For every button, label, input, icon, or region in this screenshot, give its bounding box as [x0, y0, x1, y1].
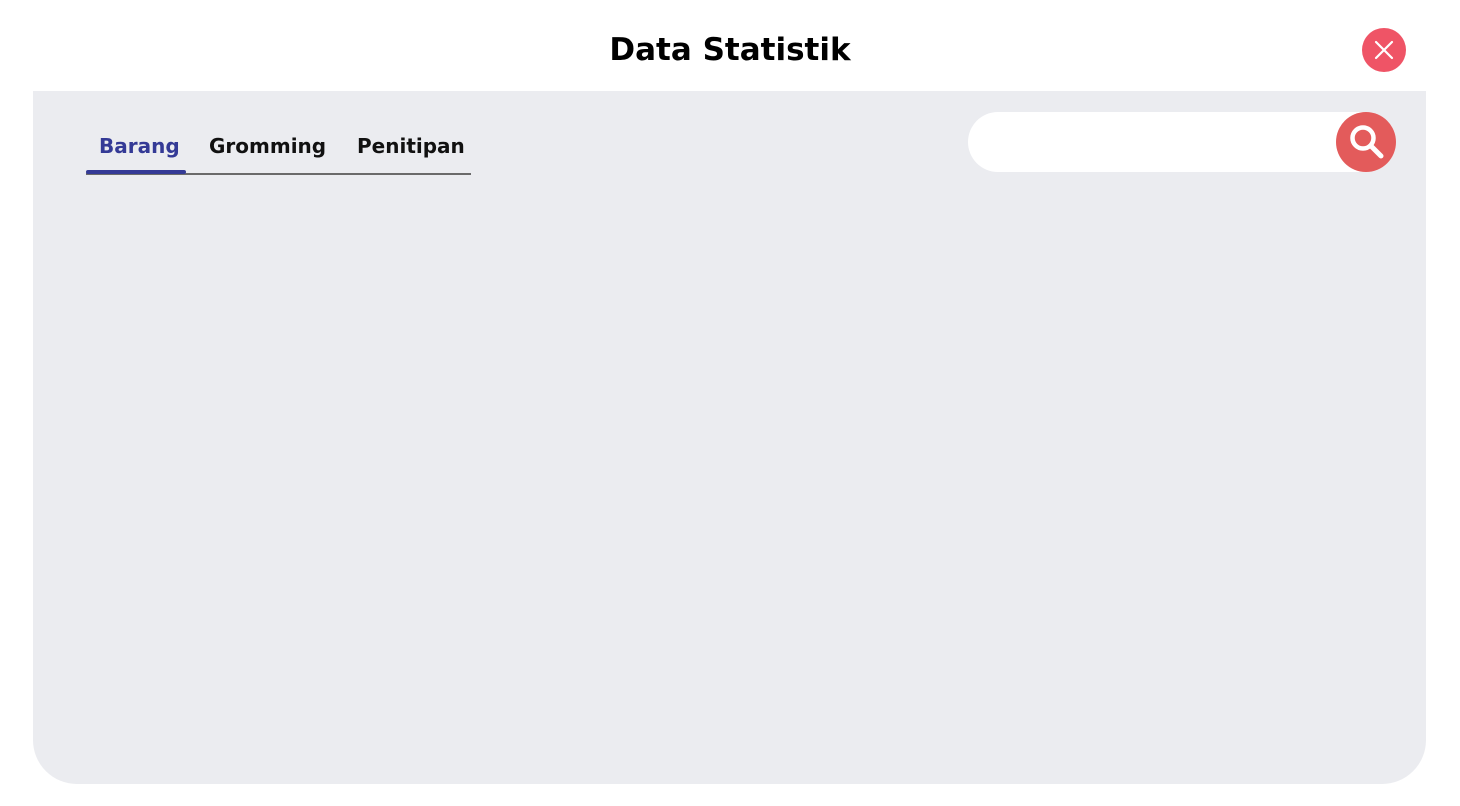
tab-penitipan[interactable]: Penitipan: [357, 127, 465, 173]
tab-barang[interactable]: Barang: [99, 127, 180, 173]
modal-header: Data Statistik: [0, 0, 1460, 92]
search-box: [968, 112, 1396, 172]
close-button[interactable]: [1362, 28, 1406, 72]
tab-gromming[interactable]: Gromming: [209, 127, 326, 173]
tab-bar: Barang Gromming Penitipan: [86, 127, 471, 175]
active-tab-indicator: [86, 170, 186, 174]
close-icon: [1374, 40, 1394, 60]
page-title: Data Statistik: [609, 32, 851, 68]
search-button[interactable]: [1336, 112, 1396, 172]
search-input[interactable]: [992, 124, 1326, 162]
tab-content-area: [73, 191, 1386, 751]
search-icon: [1350, 125, 1384, 159]
statistics-panel: Barang Gromming Penitipan: [33, 91, 1426, 784]
statistics-modal: Data Statistik Barang Gromming Penitipan: [0, 0, 1460, 806]
